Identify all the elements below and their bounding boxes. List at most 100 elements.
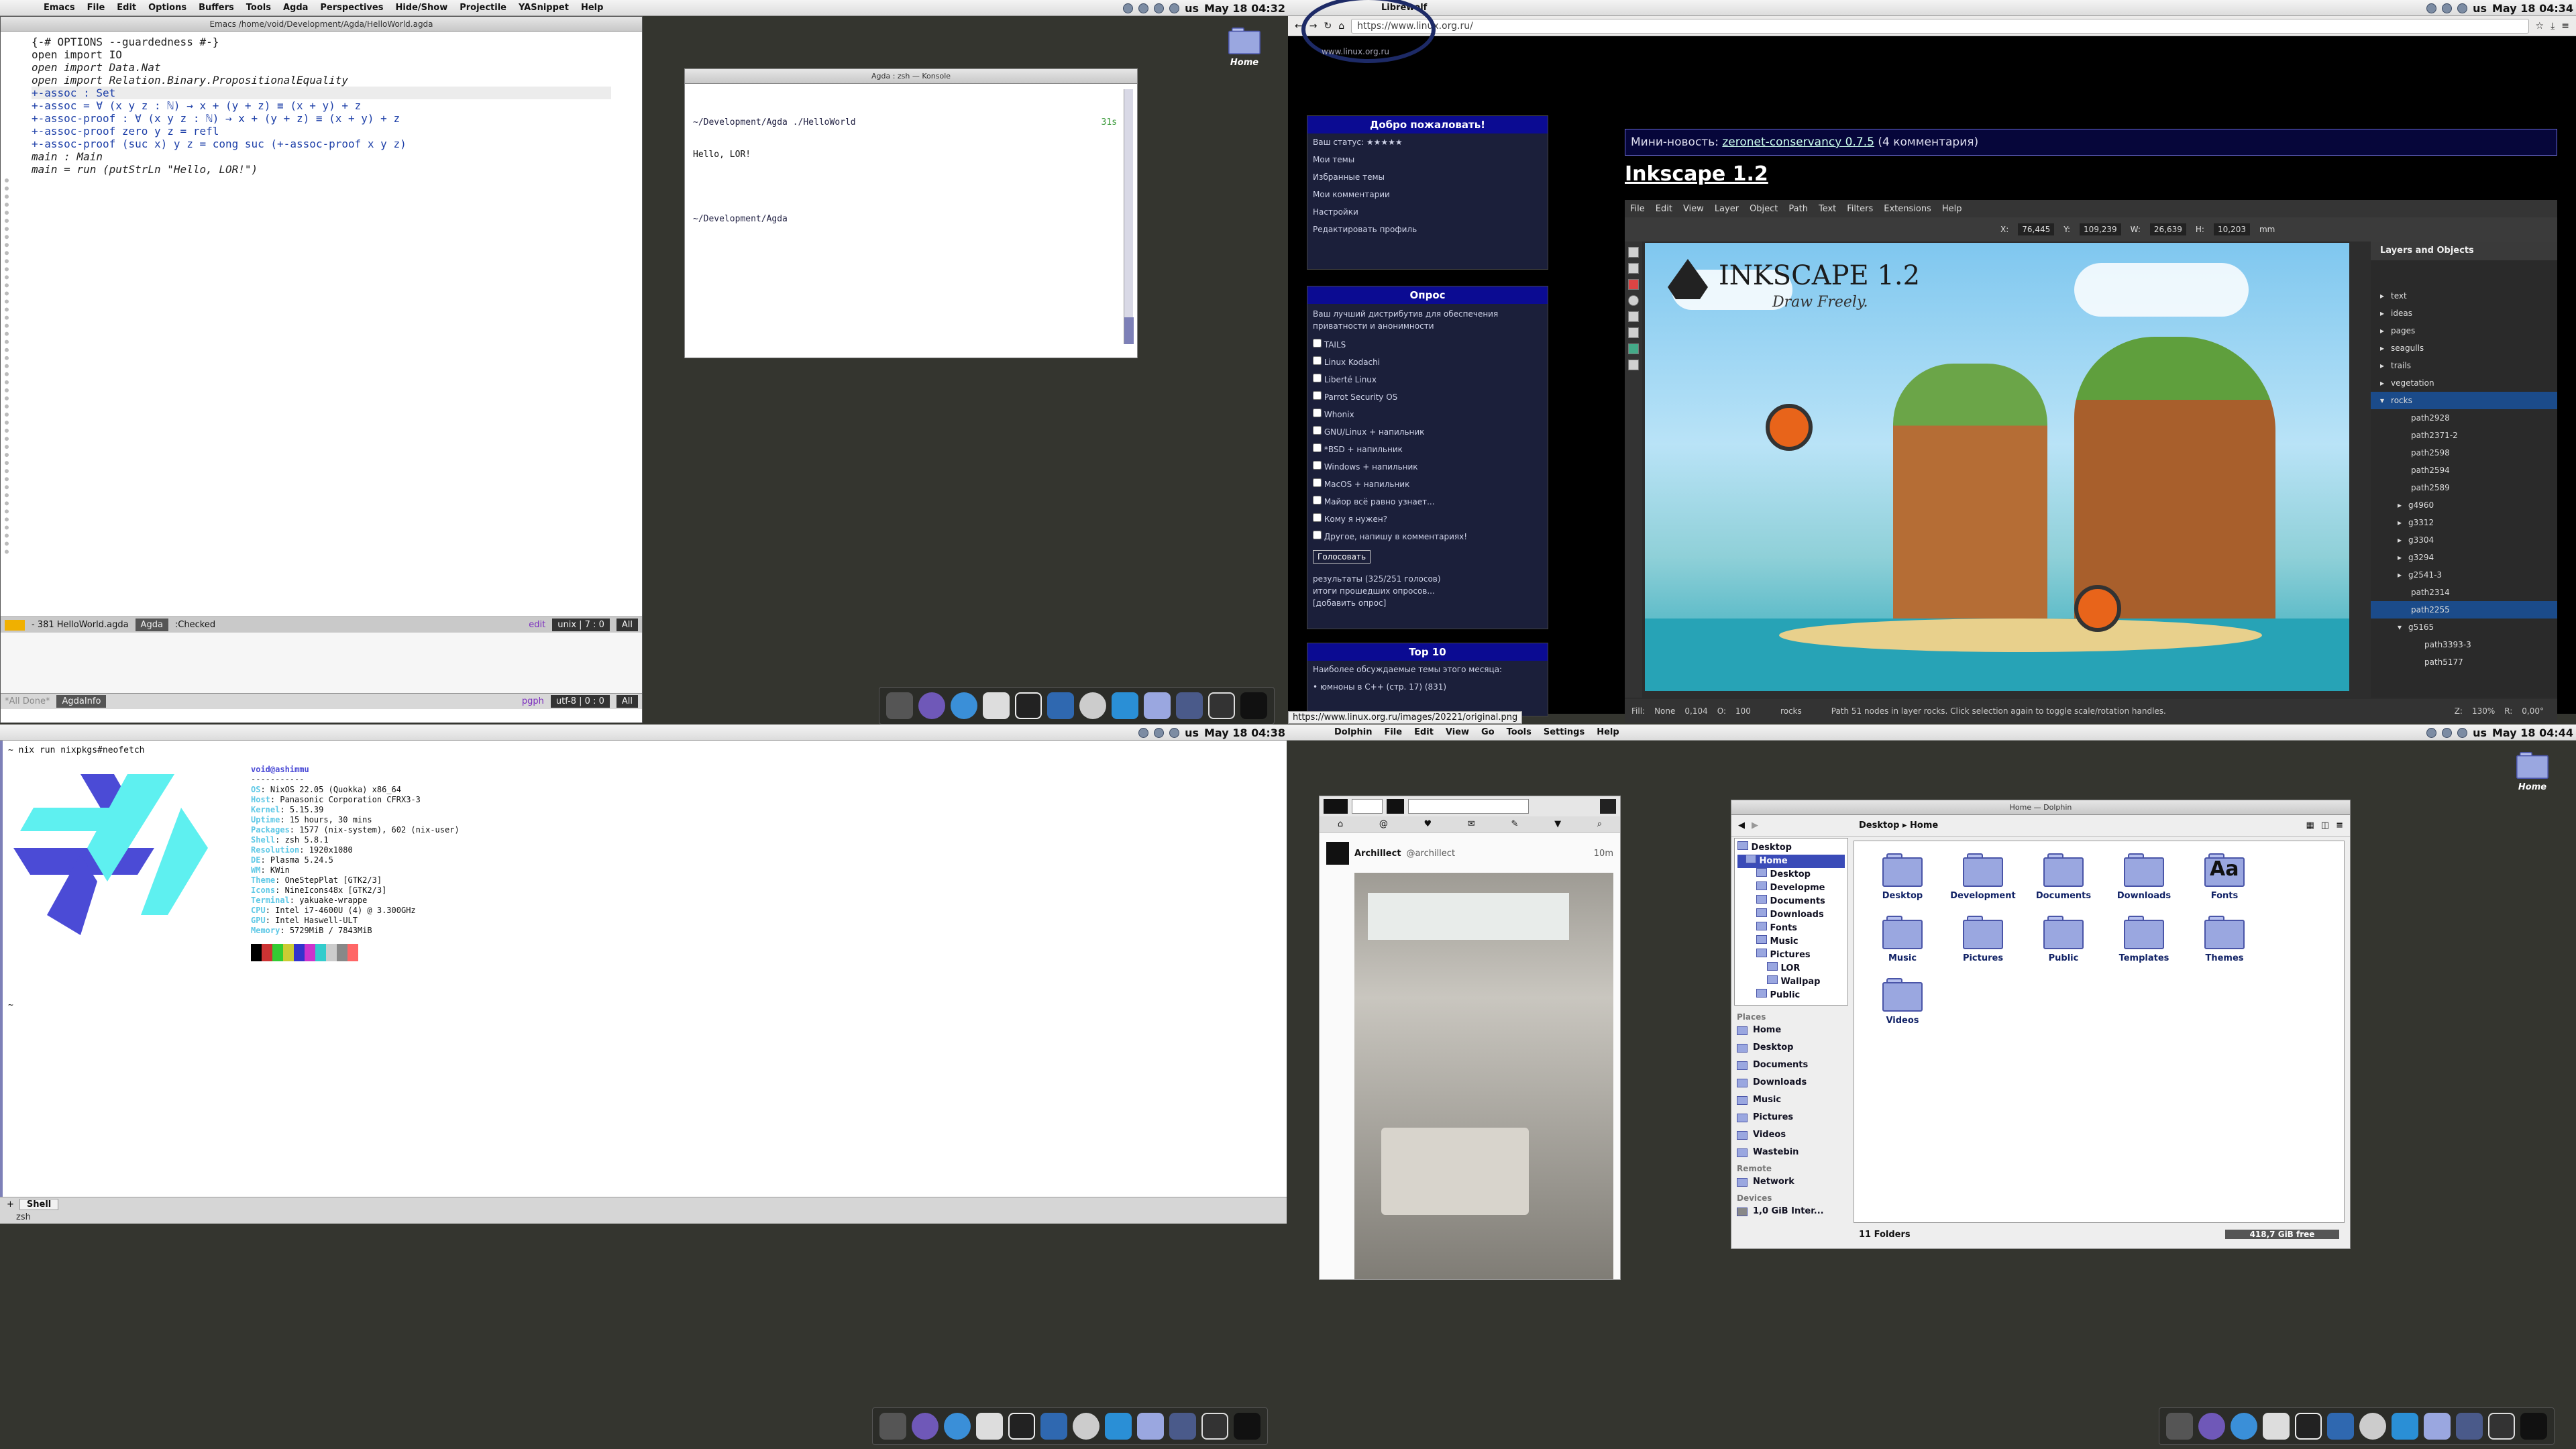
volume-icon[interactable] [2442, 727, 2453, 738]
poll-checkbox[interactable] [1313, 443, 1322, 452]
emacs-icon[interactable] [2198, 1413, 2225, 1440]
mascot-icon[interactable] [1008, 1413, 1035, 1440]
folder-item[interactable]: Pictures [1943, 916, 2023, 963]
poll-checkbox[interactable] [1313, 391, 1322, 400]
volume-icon[interactable] [2442, 3, 2453, 13]
object-row[interactable]: path3393-3 [2371, 636, 2557, 653]
emacs-titlebar[interactable]: Emacs /home/void/Development/Agda/HelloW… [1, 17, 642, 32]
place-item[interactable]: Documents [1737, 1057, 1848, 1074]
poll-checkbox[interactable] [1313, 513, 1322, 522]
text-tool-icon[interactable] [1628, 327, 1639, 338]
menu-help[interactable]: Help [575, 3, 609, 13]
yakuake-terminal[interactable]: ~ nix run nixpkgs#neofetch void@ashimmu … [0, 741, 1287, 1197]
layer-row[interactable]: ▸ trails [2371, 357, 2557, 374]
window-button-icon[interactable] [1600, 799, 1616, 814]
back-icon[interactable]: ◀ [1738, 820, 1745, 830]
layer-row[interactable]: ▸ pages [2371, 322, 2557, 339]
coord-w[interactable]: 26,639 [2149, 223, 2186, 235]
telegram-icon[interactable] [1112, 692, 1138, 719]
poll-checkbox[interactable] [1313, 356, 1322, 365]
likes-tab-icon[interactable]: ♥ [1424, 819, 1432, 829]
poll-checkbox[interactable] [1313, 339, 1322, 347]
top10-item[interactable]: • юмноны в C++ (стр. 17) (831) [1307, 678, 1548, 696]
network-icon[interactable] [1138, 727, 1149, 738]
tree-item[interactable]: Pictures [1737, 949, 1845, 962]
select-tool-icon[interactable] [1628, 247, 1639, 258]
coord-x[interactable]: 76,445 [2018, 223, 2055, 235]
tree-item[interactable]: Downloads [1737, 908, 1845, 922]
tree-item[interactable]: LOR [1737, 962, 1845, 975]
folder-item[interactable]: Desktop [1862, 853, 1943, 901]
color-white-icon[interactable] [1352, 799, 1383, 814]
folder-item[interactable]: Themes [2184, 916, 2265, 963]
poll-add[interactable]: [добавить опрос] [1307, 597, 1548, 609]
ink-menu[interactable]: View [1683, 204, 1704, 214]
menu-options[interactable]: Options [142, 3, 193, 13]
layer-row[interactable]: ▸ seagulls [2371, 339, 2557, 357]
lor-logo[interactable]: www.linux.org.ru [1301, 0, 1476, 63]
object-row[interactable]: path2928 [2371, 409, 2557, 427]
tree-item[interactable]: Documents [1737, 895, 1845, 908]
news-heading[interactable]: Inkscape 1.2 [1625, 162, 1768, 186]
new-tab-icon[interactable]: + [7, 1199, 14, 1210]
layer-row[interactable]: ▸ vegetation [2371, 374, 2557, 392]
browser-icon[interactable] [2231, 1413, 2257, 1440]
status-fill[interactable]: None [1654, 706, 1675, 716]
text-icon[interactable] [2359, 1413, 2386, 1440]
battery-icon[interactable] [1154, 3, 1165, 13]
url-input[interactable]: https://www.linux.org.ru/ [1351, 18, 2529, 34]
menu-dolphin[interactable]: Dolphin [1328, 727, 1378, 737]
konsole-scrollbar[interactable] [1124, 89, 1134, 344]
poll-checkbox[interactable] [1313, 478, 1322, 487]
keyboard-layout[interactable]: us [1185, 2, 1199, 15]
menu-yasnippet[interactable]: YASnippet [513, 3, 575, 13]
folder-item[interactable]: Templates [2104, 916, 2184, 963]
emacs-lower-buffer[interactable] [1, 633, 642, 693]
menu-icon[interactable]: ≡ [2561, 21, 2569, 32]
tree-item[interactable]: Fonts [1737, 922, 1845, 935]
terminal-icon[interactable] [1208, 692, 1235, 719]
ink-menu[interactable]: Edit [1656, 204, 1672, 214]
folder-item[interactable]: Music [1862, 916, 1943, 963]
menu-hideshow[interactable]: Hide/Show [389, 3, 453, 13]
layers-title[interactable]: Layers and Objects [2371, 241, 2557, 260]
konsole-titlebar[interactable]: Agda : zsh — Konsole [685, 69, 1137, 84]
konsole-content[interactable]: ~/Development/Agda ./HelloWorld 31s Hello… [685, 84, 1137, 352]
tree-item[interactable]: Desktop [1737, 841, 1845, 855]
mention-tab-icon[interactable]: @ [1379, 819, 1388, 829]
vote-button[interactable]: Голосовать [1313, 550, 1371, 564]
calendar-icon[interactable] [2263, 1413, 2290, 1440]
bookmark-icon[interactable]: ☆ [2536, 21, 2544, 32]
files-icon[interactable] [1047, 692, 1074, 719]
news-suffix[interactable]: (4 комментария) [1878, 136, 1978, 149]
dolphin-file-view[interactable]: Desktop Development Documents Downloads … [1854, 841, 2345, 1223]
files-icon[interactable] [1040, 1413, 1067, 1440]
object-row[interactable]: ▸ g3304 [2371, 531, 2557, 549]
clock[interactable]: May 18 04:44 [2492, 727, 2573, 739]
calendar-icon[interactable] [983, 692, 1010, 719]
place-item[interactable]: Downloads [1737, 1074, 1848, 1091]
ink-menu[interactable]: Filters [1847, 204, 1873, 214]
text-icon[interactable] [1073, 1413, 1099, 1440]
ink-menu[interactable]: Extensions [1884, 204, 1931, 214]
object-row[interactable]: path2589 [2371, 479, 2557, 496]
post-author[interactable]: Archillect [1354, 849, 1401, 859]
files-icon[interactable] [2327, 1413, 2354, 1440]
view-icons-icon[interactable]: ▦ [2306, 820, 2314, 830]
network-icon[interactable] [2426, 3, 2437, 13]
tree-item[interactable]: Music [1737, 935, 1845, 949]
mascot-icon[interactable] [1015, 692, 1042, 719]
browser-icon[interactable] [944, 1413, 971, 1440]
clipboard-icon[interactable] [1169, 3, 1180, 13]
keyboard-layout[interactable]: us [2473, 2, 2487, 15]
menu-edit[interactable]: Edit [111, 3, 142, 13]
menu-perspectives[interactable]: Perspectives [314, 3, 389, 13]
messages-tab-icon[interactable]: ✉ [1468, 819, 1475, 829]
folder-item[interactable]: Aa Fonts [2184, 853, 2265, 901]
terminal-icon[interactable] [2488, 1413, 2515, 1440]
battery-icon[interactable] [1169, 727, 1180, 738]
folder-item[interactable]: Public [2023, 916, 2104, 963]
layer-row-selected[interactable]: ▾ rocks [2371, 392, 2557, 409]
welcome-link[interactable]: Избранные темы [1307, 168, 1548, 186]
pen-tool-icon[interactable] [1628, 311, 1639, 322]
